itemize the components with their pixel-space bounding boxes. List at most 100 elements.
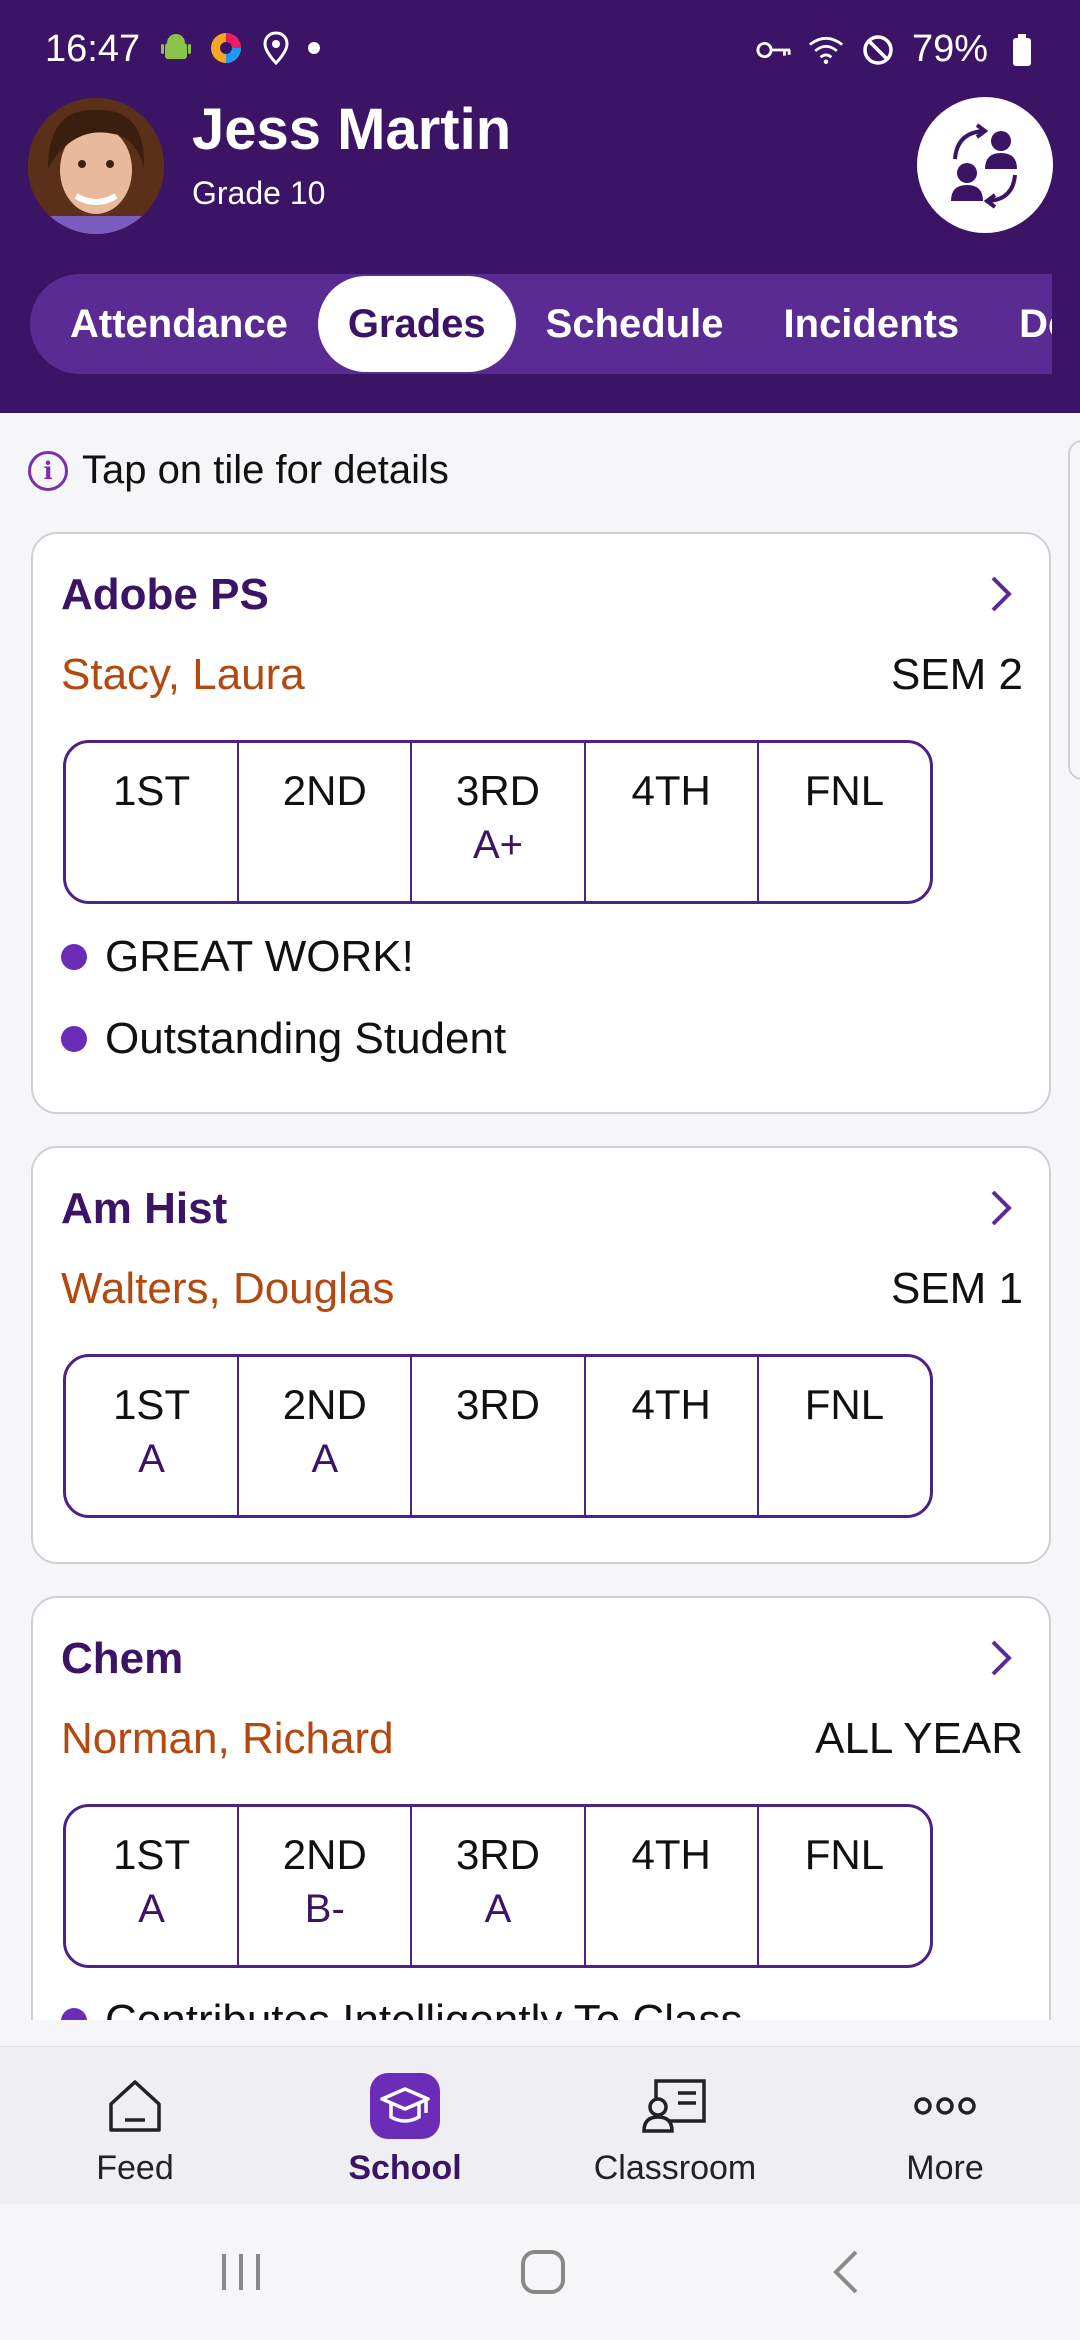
course-term: ALL YEAR: [815, 1714, 1023, 1763]
grade-period: 2ND B-: [239, 1807, 413, 1965]
course-term: SEM 1: [890, 1264, 1023, 1313]
period-label: 4TH: [631, 767, 711, 814]
grade-period: FNL: [759, 743, 930, 901]
grade-periods: 1ST 2ND 3RD A+ 4TH FNL: [63, 740, 933, 904]
status-right-icons: 79%: [756, 28, 1040, 71]
tab-details-partial[interactable]: De: [989, 276, 1052, 372]
bullet-icon: [61, 944, 87, 970]
section-tabs: Attendance Grades Schedule Incidents De: [30, 274, 1052, 374]
teacher-comment: Contributes Intelligently To Class: [61, 1996, 743, 2020]
teacher-name: Norman, Richard: [61, 1714, 394, 1763]
period-label: FNL: [804, 1381, 885, 1428]
graduation-cap-icon: [370, 2073, 440, 2139]
course-name: Am Hist: [61, 1184, 228, 1233]
comment-text: Contributes Intelligently To Class: [105, 1996, 743, 2020]
bottom-navigation: Feed School Classroom More: [0, 2046, 1080, 2204]
back-icon[interactable]: [826, 2248, 866, 2296]
chevron-right-icon: [991, 1190, 1012, 1226]
recent-apps-icon[interactable]: [216, 2248, 266, 2296]
grade-value: B-: [304, 1887, 345, 1931]
student-avatar[interactable]: [28, 98, 164, 234]
tab-grades[interactable]: Grades: [317, 276, 516, 372]
battery-icon: [1004, 32, 1040, 68]
teacher-comment: Outstanding Student: [61, 1014, 506, 1064]
battery-percent: 79%: [911, 28, 988, 70]
grade-period: 3RD A: [412, 1807, 586, 1965]
more-dots-icon: [910, 2073, 980, 2139]
android-icon: [158, 30, 194, 66]
period-label: FNL: [804, 767, 885, 814]
period-label: 3RD: [455, 1831, 541, 1878]
course-term: SEM 2: [890, 650, 1023, 699]
browser-app-icon: [208, 30, 244, 66]
classroom-icon: [640, 2073, 710, 2139]
period-label: FNL: [804, 1831, 885, 1878]
period-label: 4TH: [631, 1381, 711, 1428]
home-icon: [100, 2073, 170, 2139]
grade-period: 4TH: [586, 1807, 759, 1965]
course-card[interactable]: Chem Norman, Richard ALL YEAR 1ST A 2ND B-…: [31, 1596, 1051, 2020]
grade-period: 1ST A: [66, 1357, 240, 1515]
period-label: 2ND: [282, 767, 367, 814]
grade-value: A+: [472, 823, 524, 867]
system-navigation-bar: [0, 2204, 1080, 2340]
grade-value: A: [311, 1437, 339, 1481]
tab-attendance[interactable]: Attendance: [40, 276, 318, 372]
nav-feed[interactable]: Feed: [0, 2047, 270, 2204]
app-header: 16:47 79% Jess Martin Grade 10 Attendanc…: [0, 0, 1080, 413]
tab-schedule[interactable]: Schedule: [516, 276, 754, 372]
nav-more-label: More: [906, 2149, 984, 2187]
grade-period: 3RD A+: [412, 743, 586, 901]
course-card[interactable]: Adobe PS Stacy, Laura SEM 2 1ST 2ND 3RD A…: [31, 532, 1051, 1114]
status-bar: 16:47 79%: [0, 0, 1080, 100]
chevron-right-icon: [991, 576, 1012, 612]
location-icon: [258, 30, 294, 66]
info-icon: i: [28, 450, 68, 491]
period-label: 1ST: [113, 1381, 191, 1428]
card-clip: Chem Norman, Richard ALL YEAR 1ST A 2ND B-…: [0, 1596, 1080, 2020]
grade-value: A: [138, 1437, 165, 1481]
nav-classroom[interactable]: Classroom: [540, 2047, 810, 2204]
grade-period: 1ST: [66, 743, 240, 901]
home-button-icon[interactable]: [518, 2248, 568, 2296]
course-name: Chem: [61, 1634, 184, 1683]
course-name: Adobe PS: [61, 570, 269, 619]
period-label: 4TH: [631, 1831, 711, 1878]
switch-user-icon: [951, 123, 1017, 209]
grade-period: 4TH: [586, 743, 759, 901]
grade-period: 2ND: [239, 743, 413, 901]
nav-school-label: School: [348, 2149, 462, 2187]
period-label: 2ND: [282, 1831, 367, 1878]
period-label: 2ND: [282, 1381, 367, 1428]
teacher-name: Stacy, Laura: [61, 650, 305, 699]
grade-period: FNL: [759, 1357, 930, 1515]
grade-period: 3RD: [412, 1357, 586, 1515]
switch-student-button[interactable]: [917, 97, 1053, 233]
notification-dot-icon: [308, 42, 320, 54]
bullet-icon: [61, 1026, 87, 1052]
grade-value: A: [138, 1887, 165, 1931]
teacher-name: Walters, Douglas: [61, 1264, 395, 1313]
comment-text: Outstanding Student: [105, 1014, 507, 1063]
comment-text: GREAT WORK!: [105, 932, 414, 981]
period-label: 1ST: [113, 1831, 191, 1878]
student-grade: Grade 10: [192, 175, 326, 211]
tab-incidents[interactable]: Incidents: [754, 276, 990, 372]
status-left-icons: [158, 30, 320, 66]
vpn-key-icon: [756, 32, 792, 68]
nav-classroom-label: Classroom: [593, 2149, 757, 2187]
nav-feed-label: Feed: [96, 2149, 174, 2187]
nav-more[interactable]: More: [810, 2047, 1080, 2204]
nav-school[interactable]: School: [270, 2047, 540, 2204]
period-label: 3RD: [455, 1381, 541, 1428]
period-label: 3RD: [455, 767, 541, 814]
bullet-icon: [61, 2008, 87, 2020]
tap-hint: i Tap on tile for details: [28, 448, 449, 493]
grade-period: 1ST A: [66, 1807, 240, 1965]
do-not-disturb-icon: [860, 32, 896, 68]
grade-periods: 1ST A 2ND A 3RD 4TH FNL: [63, 1354, 933, 1518]
teacher-comment: GREAT WORK!: [61, 932, 414, 982]
grade-period: FNL: [759, 1807, 930, 1965]
course-card[interactable]: Am Hist Walters, Douglas SEM 1 1ST A 2ND A…: [31, 1146, 1051, 1564]
hint-text: Tap on tile for details: [82, 448, 449, 492]
